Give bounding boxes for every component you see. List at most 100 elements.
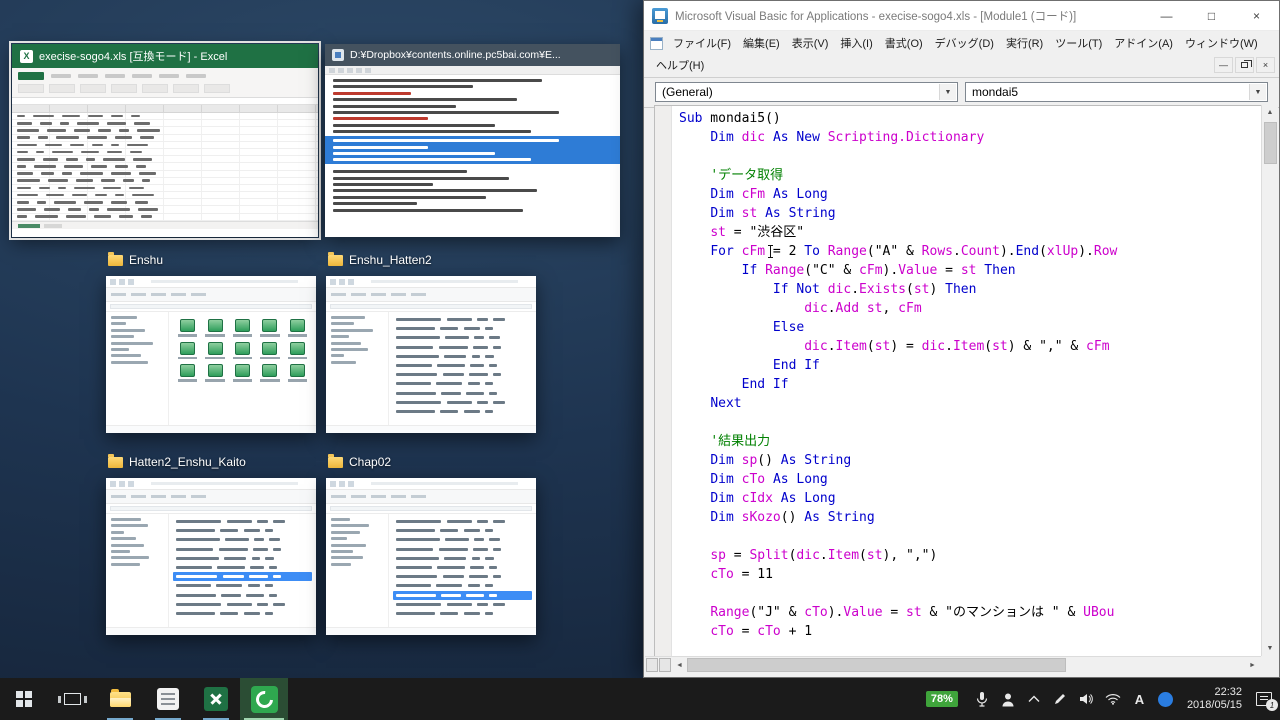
- folder-icon: [108, 457, 123, 468]
- clock-time: 22:32: [1187, 686, 1242, 699]
- object-dropdown-value: (General): [662, 85, 713, 99]
- speaker-icon[interactable]: [1079, 693, 1094, 705]
- mdi-close-button[interactable]: ×: [1256, 57, 1275, 73]
- menu-tools[interactable]: ツール(T): [1049, 32, 1108, 54]
- menu-window[interactable]: ウィンドウ(W): [1179, 32, 1264, 54]
- menu-addins[interactable]: アドイン(A): [1108, 32, 1179, 54]
- editor-app-icon: [332, 49, 344, 61]
- mdi-minimize-button[interactable]: —: [1214, 57, 1233, 73]
- windows-ink-pen-icon[interactable]: [1053, 692, 1068, 706]
- people-icon[interactable]: [1001, 692, 1016, 707]
- explorer-nav-pane: [326, 514, 389, 627]
- window-thumbnail-editor[interactable]: D:¥Dropbox¥contents.online.pc5bai.com¥E.…: [325, 44, 620, 237]
- excel-column-headers: [12, 105, 318, 113]
- editor-toolbar: [325, 66, 620, 75]
- desktop: X execise-sogo4.xls [互換モード] - Excel D:¥D…: [0, 0, 1280, 720]
- scroll-down-arrow-icon[interactable]: ▼: [1262, 641, 1278, 656]
- vertical-scrollbar-thumb[interactable]: [1264, 122, 1277, 164]
- action-center-icon[interactable]: 1: [1256, 692, 1272, 706]
- editor-thumbnail-titlebar: D:¥Dropbox¥contents.online.pc5bai.com¥E.…: [325, 44, 620, 66]
- window-thumbnail-chap02[interactable]: [326, 478, 536, 635]
- ime-mode-indicator[interactable]: A: [1132, 692, 1147, 707]
- menu-format[interactable]: 書式(O): [879, 32, 929, 54]
- close-button[interactable]: ×: [1234, 1, 1279, 30]
- window-thumbnail-excel[interactable]: X execise-sogo4.xls [互換モード] - Excel: [12, 44, 318, 237]
- dropdown-arrow-icon[interactable]: ▼: [1249, 84, 1266, 100]
- procedure-view-button[interactable]: [646, 658, 658, 672]
- thumbnail-label-enshu: Enshu: [108, 253, 163, 267]
- network-icon[interactable]: [1105, 693, 1121, 705]
- taskbar-excel-button[interactable]: [192, 678, 240, 720]
- blue-app-icon[interactable]: [1158, 692, 1173, 707]
- vbe-app-icon: [652, 8, 668, 24]
- explorer-file-list: [389, 514, 536, 627]
- editor-window-title: D:¥Dropbox¥contents.online.pc5bai.com¥E.…: [350, 49, 561, 61]
- taskbar-explorer-button[interactable]: [96, 678, 144, 720]
- taskbar: 78% A 22:32 2018/05/15: [0, 678, 1280, 720]
- excel-sheet-grid: [12, 113, 318, 221]
- clock-date: 2018/05/15: [1187, 699, 1242, 712]
- menu-run[interactable]: 実行(R): [1000, 32, 1049, 54]
- windows-logo-icon: [16, 691, 32, 707]
- scroll-right-arrow-icon[interactable]: ►: [1245, 662, 1260, 669]
- explorer-file-list: [389, 312, 536, 425]
- battery-indicator[interactable]: 78%: [926, 691, 958, 707]
- taskbar-c-app-button[interactable]: [240, 678, 288, 720]
- vertical-scrollbar[interactable]: ▲ ▼: [1261, 105, 1278, 656]
- minimize-button[interactable]: —: [1144, 1, 1189, 30]
- vbe-menubar: ファイル(F) 編集(E) 表示(V) 挿入(I) 書式(O) デバッグ(D) …: [644, 31, 1279, 78]
- margin-indicator-bar[interactable]: [655, 106, 672, 656]
- notification-badge: 1: [1266, 699, 1278, 711]
- window-thumbnail-enshu-hatten2[interactable]: [326, 276, 536, 433]
- menu-edit[interactable]: 編集(E): [737, 32, 786, 54]
- menu-file[interactable]: ファイル(F): [667, 32, 737, 54]
- explorer-file-grid: [169, 312, 316, 425]
- thumbnail-label-enshu-hatten2: Enshu_Hatten2: [328, 253, 432, 267]
- folder-icon: [108, 255, 123, 266]
- procedure-dropdown-value: mondai5: [972, 85, 1018, 99]
- excel-ribbon: [12, 68, 318, 98]
- horizontal-scrollbar[interactable]: ◄ ►: [645, 656, 1261, 673]
- microphone-icon[interactable]: [975, 691, 990, 707]
- task-view-button[interactable]: [48, 678, 96, 720]
- excel-window-title: execise-sogo4.xls [互換モード] - Excel: [39, 48, 227, 64]
- maximize-button[interactable]: □: [1189, 1, 1234, 30]
- excel-icon: [204, 687, 228, 711]
- window-thumbnail-hatten2-enshu-kaito[interactable]: [106, 478, 316, 635]
- scrollbar-corner: [1261, 656, 1278, 673]
- menu-debug[interactable]: デバッグ(D): [929, 32, 1000, 54]
- thumbnail-label-chap02: Chap02: [328, 455, 391, 469]
- dropdown-arrow-icon[interactable]: ▼: [939, 84, 956, 100]
- procedure-dropdown[interactable]: mondai5 ▼: [965, 82, 1268, 102]
- explorer-file-list: [169, 514, 316, 627]
- chevron-up-icon[interactable]: [1027, 695, 1042, 703]
- scroll-left-arrow-icon[interactable]: ◄: [672, 662, 687, 669]
- editor-text-area: [325, 75, 620, 237]
- window-thumbnail-enshu[interactable]: [106, 276, 316, 433]
- text-cursor: [770, 245, 771, 258]
- taskbar-editor-button[interactable]: [144, 678, 192, 720]
- menu-insert[interactable]: 挿入(I): [834, 32, 878, 54]
- excel-sheet-tabs: [12, 221, 318, 229]
- folder-icon: [328, 457, 343, 468]
- scroll-up-arrow-icon[interactable]: ▲: [1262, 105, 1278, 120]
- thumbnail-label-hatten2-enshu-kaito: Hatten2_Enshu_Kaito: [108, 455, 246, 469]
- start-button[interactable]: [0, 678, 48, 720]
- explorer-nav-pane: [326, 312, 389, 425]
- folder-icon: [328, 255, 343, 266]
- object-dropdown[interactable]: (General) ▼: [655, 82, 958, 102]
- taskbar-clock[interactable]: 22:32 2018/05/15: [1187, 686, 1242, 712]
- module-window-icon: [650, 37, 663, 50]
- horizontal-scrollbar-thumb[interactable]: [687, 658, 1066, 672]
- mdi-restore-button[interactable]: [1235, 57, 1254, 73]
- code-editor[interactable]: Sub mondai5() Dim dic As New Scripting.D…: [654, 105, 1261, 656]
- vbe-window-title: Microsoft Visual Basic for Applications …: [668, 8, 1144, 24]
- c-app-icon: [251, 686, 278, 713]
- vbe-titlebar: Microsoft Visual Basic for Applications …: [644, 1, 1279, 31]
- vbe-window: Microsoft Visual Basic for Applications …: [643, 0, 1280, 678]
- file-explorer-icon: [110, 692, 131, 707]
- full-module-view-button[interactable]: [659, 658, 671, 672]
- menu-help[interactable]: ヘルプ(H): [650, 54, 710, 76]
- code-text: Sub mondai5() Dim dic As New Scripting.D…: [679, 109, 1261, 641]
- menu-view[interactable]: 表示(V): [786, 32, 835, 54]
